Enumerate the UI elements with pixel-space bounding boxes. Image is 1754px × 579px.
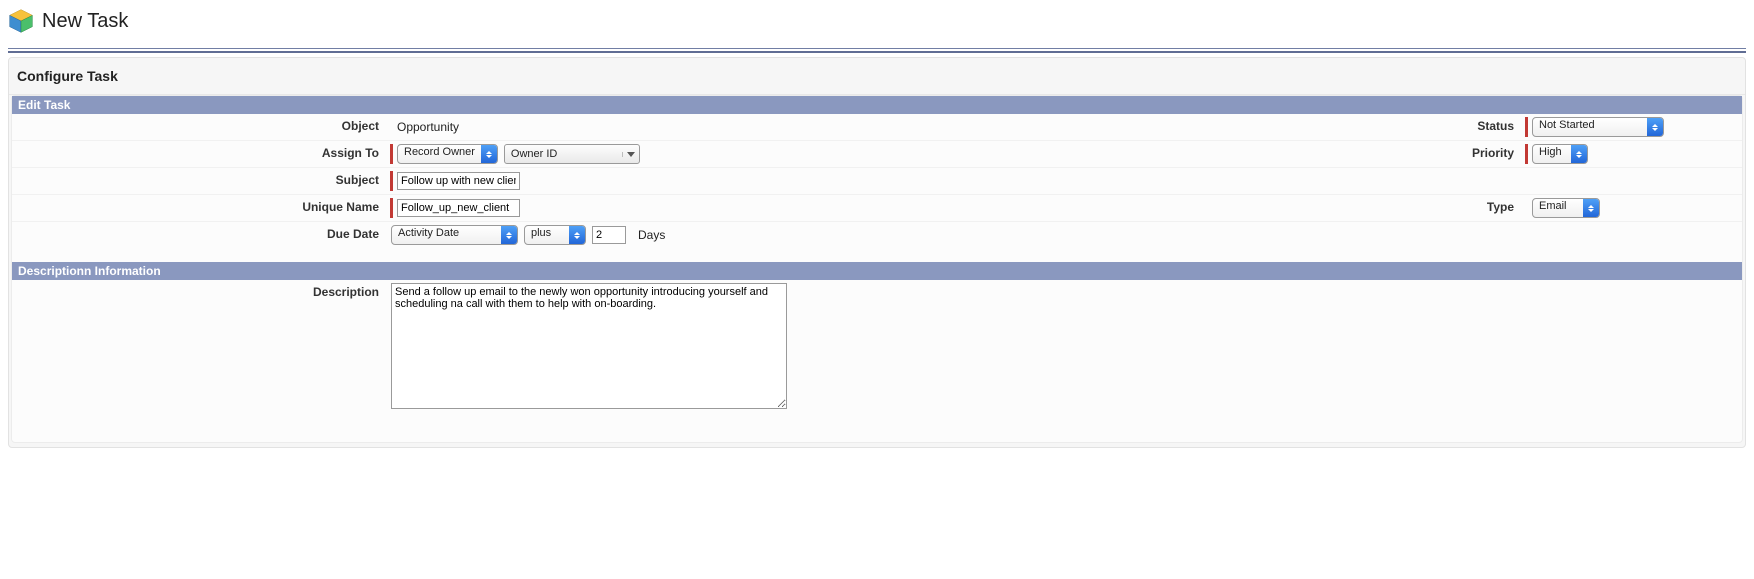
chevron-updown-icon [569, 226, 585, 244]
label-subject: Subject [12, 168, 387, 194]
configure-task-panel: Configure Task Edit Task Object Opportun… [8, 57, 1746, 448]
assignto-primary-select[interactable]: Record Owner [397, 144, 498, 164]
description-textarea[interactable] [391, 283, 787, 409]
section-edit-task: Edit Task [12, 96, 1742, 114]
chevron-updown-icon [501, 226, 517, 244]
label-priority: Priority [1182, 141, 1522, 167]
chevron-updown-icon [1571, 145, 1587, 163]
duedate-operator-value: plus [525, 226, 569, 244]
status-select[interactable]: Not Started [1532, 117, 1664, 137]
label-uniquename: Unique Name [12, 195, 387, 221]
label-assignto: Assign To [12, 141, 387, 167]
ctrl-object: Opportunity [387, 114, 1182, 140]
subject-input[interactable] [397, 172, 520, 190]
row-duedate: Due Date Activity Date plus Days [12, 222, 1742, 248]
required-indicator [390, 171, 393, 191]
assignto-secondary-value: Owner ID [505, 148, 622, 160]
page-header: New Task [0, 0, 1754, 48]
duedate-offset-input[interactable] [592, 226, 626, 244]
section-description-info: Descriptionn Information [12, 262, 1742, 280]
cube-icon [8, 8, 34, 34]
label-description: Description [12, 280, 387, 299]
label-status: Status [1182, 114, 1522, 140]
row-object-status: Object Opportunity Status Not Started [12, 114, 1742, 141]
row-assignto-priority: Assign To Record Owner Owner ID Priority [12, 141, 1742, 168]
label-duedate: Due Date [12, 222, 387, 248]
required-indicator [390, 198, 393, 218]
chevron-updown-icon [1583, 199, 1599, 217]
assignto-primary-value: Record Owner [398, 145, 481, 163]
duedate-operator-select[interactable]: plus [524, 225, 586, 245]
duedate-anchor-select[interactable]: Activity Date [391, 225, 518, 245]
row-description: Description [12, 280, 1742, 412]
label-type: Type [1182, 195, 1522, 221]
type-select[interactable]: Email [1532, 198, 1600, 218]
uniquename-input[interactable] [397, 199, 520, 217]
priority-select[interactable]: High [1532, 144, 1588, 164]
header-rule-thick [8, 51, 1746, 53]
configure-task-title: Configure Task [9, 58, 1745, 95]
duedate-anchor-value: Activity Date [392, 226, 501, 244]
value-object: Opportunity [397, 120, 459, 134]
chevron-updown-icon [481, 145, 497, 163]
required-indicator [1525, 117, 1528, 137]
page-title: New Task [42, 10, 128, 33]
chevron-down-icon [622, 152, 639, 157]
row-subject: Subject [12, 168, 1742, 195]
duedate-unit: Days [638, 228, 665, 242]
header-rule-thin [8, 48, 1746, 49]
assignto-secondary-select[interactable]: Owner ID [504, 144, 640, 164]
label-object: Object [12, 114, 387, 140]
row-uniquename-type: Unique Name Type Email [12, 195, 1742, 222]
form-container: Edit Task Object Opportunity Status Not … [11, 95, 1743, 443]
priority-select-value: High [1533, 145, 1571, 163]
required-indicator [390, 144, 393, 164]
type-select-value: Email [1533, 199, 1583, 217]
required-indicator [1525, 144, 1528, 164]
status-select-value: Not Started [1533, 118, 1647, 136]
chevron-updown-icon [1647, 118, 1663, 136]
